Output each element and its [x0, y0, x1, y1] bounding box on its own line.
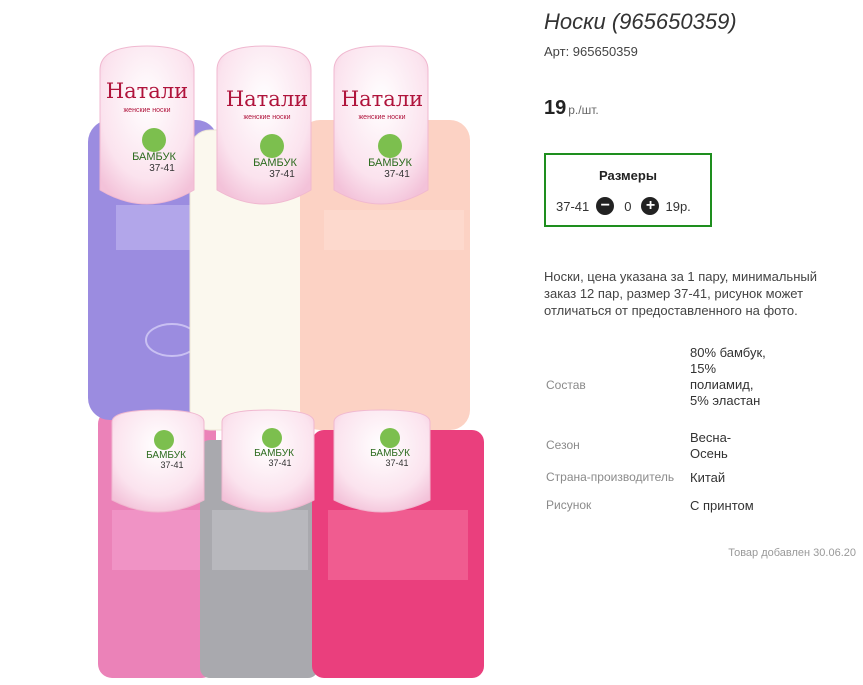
spec-composition: Состав 80% бамбук, 15% полиамид, 5% элас…	[546, 344, 846, 426]
spec-value: Весна-Осень	[690, 430, 732, 461]
product-description: Носки, цена указана за 1 пару, минимальн…	[544, 269, 817, 318]
article-number: Арт: 965650359	[544, 44, 638, 59]
spec-label: Сезон	[546, 438, 580, 452]
svg-text:37-41: 37-41	[268, 458, 291, 468]
svg-text:БАМБУК: БАМБУК	[253, 157, 297, 169]
spec-label: Состав	[546, 378, 586, 392]
price-unit: р./шт.	[568, 103, 599, 117]
sock-tag: Натали женские носки БАМБУК 37-41	[216, 45, 312, 205]
spec-value: Китай	[690, 470, 726, 485]
sock-tag: БАМБУК 37-41	[221, 409, 315, 513]
svg-text:37-41: 37-41	[384, 169, 410, 180]
plus-circle-icon[interactable]: +	[641, 197, 660, 215]
spec-label: Рисунок	[546, 498, 592, 512]
price-value: 19	[544, 97, 567, 119]
spec-value: 80% бамбук, 15% полиамид, 5% эластан	[690, 345, 766, 408]
svg-text:Натали: Натали	[341, 87, 423, 111]
svg-text:Натали: Натали	[106, 79, 188, 103]
spec-pattern: Рисунок С принтом	[546, 498, 846, 514]
svg-text:37-41: 37-41	[149, 163, 175, 174]
svg-text:37-41: 37-41	[269, 169, 295, 180]
price: 19 р./шт.	[544, 97, 599, 120]
minus-circle-icon[interactable]: −	[596, 197, 615, 215]
svg-text:БАМБУК: БАМБУК	[368, 157, 412, 169]
svg-text:БАМБУК: БАМБУК	[132, 151, 176, 163]
spec-value: С принтом	[690, 498, 754, 513]
size-price: 19р.	[665, 198, 691, 214]
sock-tag: БАМБУК 37-41	[333, 409, 431, 513]
sock-tag: БАМБУК 37-41	[111, 409, 205, 513]
svg-text:37-41: 37-41	[160, 460, 183, 470]
svg-text:женские носки: женские носки	[124, 107, 171, 114]
added-date: Товар добавлен 30.06.20	[728, 547, 856, 559]
size-row: 37-41 − 0 + 19р.	[556, 197, 691, 215]
spec-season: Сезон Весна-Осень	[546, 430, 846, 464]
product-image[interactable]: Натали женские носки БАМБУК 37-41 Натали…	[72, 40, 512, 680]
quantity-value: 0	[624, 198, 632, 214]
sizes-title: Размеры	[599, 168, 657, 183]
sock-tag: Натали женские носки БАМБУК 37-41	[333, 45, 429, 205]
svg-text:женские носки: женские носки	[244, 114, 291, 121]
spec-label: Страна-производитель	[546, 470, 675, 484]
size-label: 37-41	[556, 198, 590, 214]
svg-text:женские носки: женские носки	[359, 114, 406, 121]
product-title: Носки (965650359)	[544, 9, 737, 34]
sock-tag: Натали женские носки БАМБУК 37-41	[99, 45, 195, 205]
sizes-panel: Размеры 37-41 − 0 + 19р.	[544, 153, 712, 227]
product-photo: Натали женские носки БАМБУК 37-41 Натали…	[88, 45, 484, 678]
spec-country: Страна-производитель Китай	[546, 470, 846, 486]
svg-text:Натали: Натали	[226, 87, 308, 111]
svg-text:37-41: 37-41	[385, 458, 408, 468]
